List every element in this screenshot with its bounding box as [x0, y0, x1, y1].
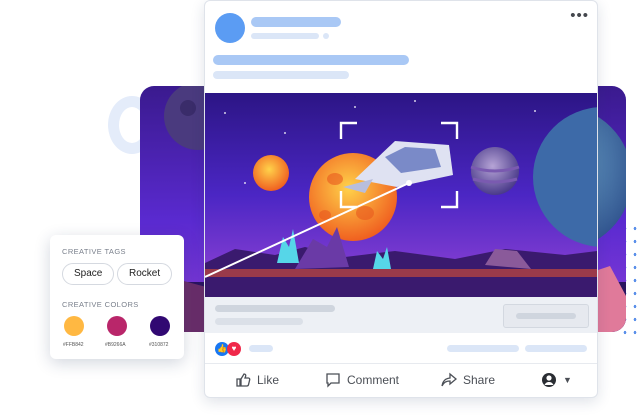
post-meta-skeleton [251, 33, 319, 39]
like-label: Like [257, 373, 280, 387]
tag-chip-rocket[interactable]: Rocket [117, 263, 173, 285]
comment-button[interactable]: Comment [325, 372, 399, 388]
avatar-icon [542, 373, 556, 387]
link-preview-strip[interactable] [205, 297, 597, 333]
color-hex-label: #B9266A [105, 342, 126, 348]
link-subtitle-skeleton [215, 318, 303, 325]
more-options-icon[interactable]: ••• [570, 7, 589, 24]
creative-colors-title: CREATIVE COLORS [62, 300, 139, 309]
link-title-skeleton [215, 305, 335, 312]
audience-selector[interactable]: ▼ [541, 372, 572, 388]
creative-tags-title: CREATIVE TAGS [62, 247, 126, 256]
thumbs-up-outline-icon [236, 373, 251, 387]
social-post-card: ••• 👍 ♥ Like Comment Share ▼ [204, 0, 598, 398]
heart-icon: ♥ [227, 342, 241, 356]
reactions-row: 👍 ♥ [205, 333, 597, 363]
tag-chip-space[interactable]: Space [62, 263, 115, 285]
color-swatch-indigo [150, 316, 170, 336]
comment-icon [326, 373, 340, 388]
post-actions-bar: Like Comment Share ▼ [205, 363, 597, 397]
like-button[interactable]: Like [235, 372, 279, 388]
color-swatch-yellow [64, 316, 84, 336]
color-hex-label: #FFB842 [63, 342, 84, 348]
color-swatch-magenta [107, 316, 127, 336]
creative-insights-panel: CREATIVE TAGS Space Rocket CREATIVE COLO… [50, 235, 184, 359]
share-icon [441, 372, 457, 387]
post-meta-dot-skeleton [323, 33, 329, 39]
color-hex-label: #310872 [149, 342, 169, 348]
share-label: Share [463, 373, 496, 387]
share-count-skeleton [525, 345, 587, 352]
author-avatar[interactable] [215, 13, 245, 43]
space-scene-front [205, 93, 597, 297]
comment-count-skeleton [447, 345, 519, 352]
post-text-line-2 [213, 71, 349, 79]
comment-label: Comment [347, 373, 400, 387]
share-button[interactable]: Share [441, 372, 495, 388]
chevron-down-icon: ▼ [563, 375, 572, 385]
author-name-skeleton [251, 17, 341, 27]
reaction-icons[interactable]: 👍 ♥ [215, 342, 245, 356]
reaction-count-skeleton [249, 345, 273, 352]
post-image[interactable] [205, 93, 597, 297]
link-cta-button[interactable] [503, 304, 589, 328]
post-text-line-1 [213, 55, 409, 65]
